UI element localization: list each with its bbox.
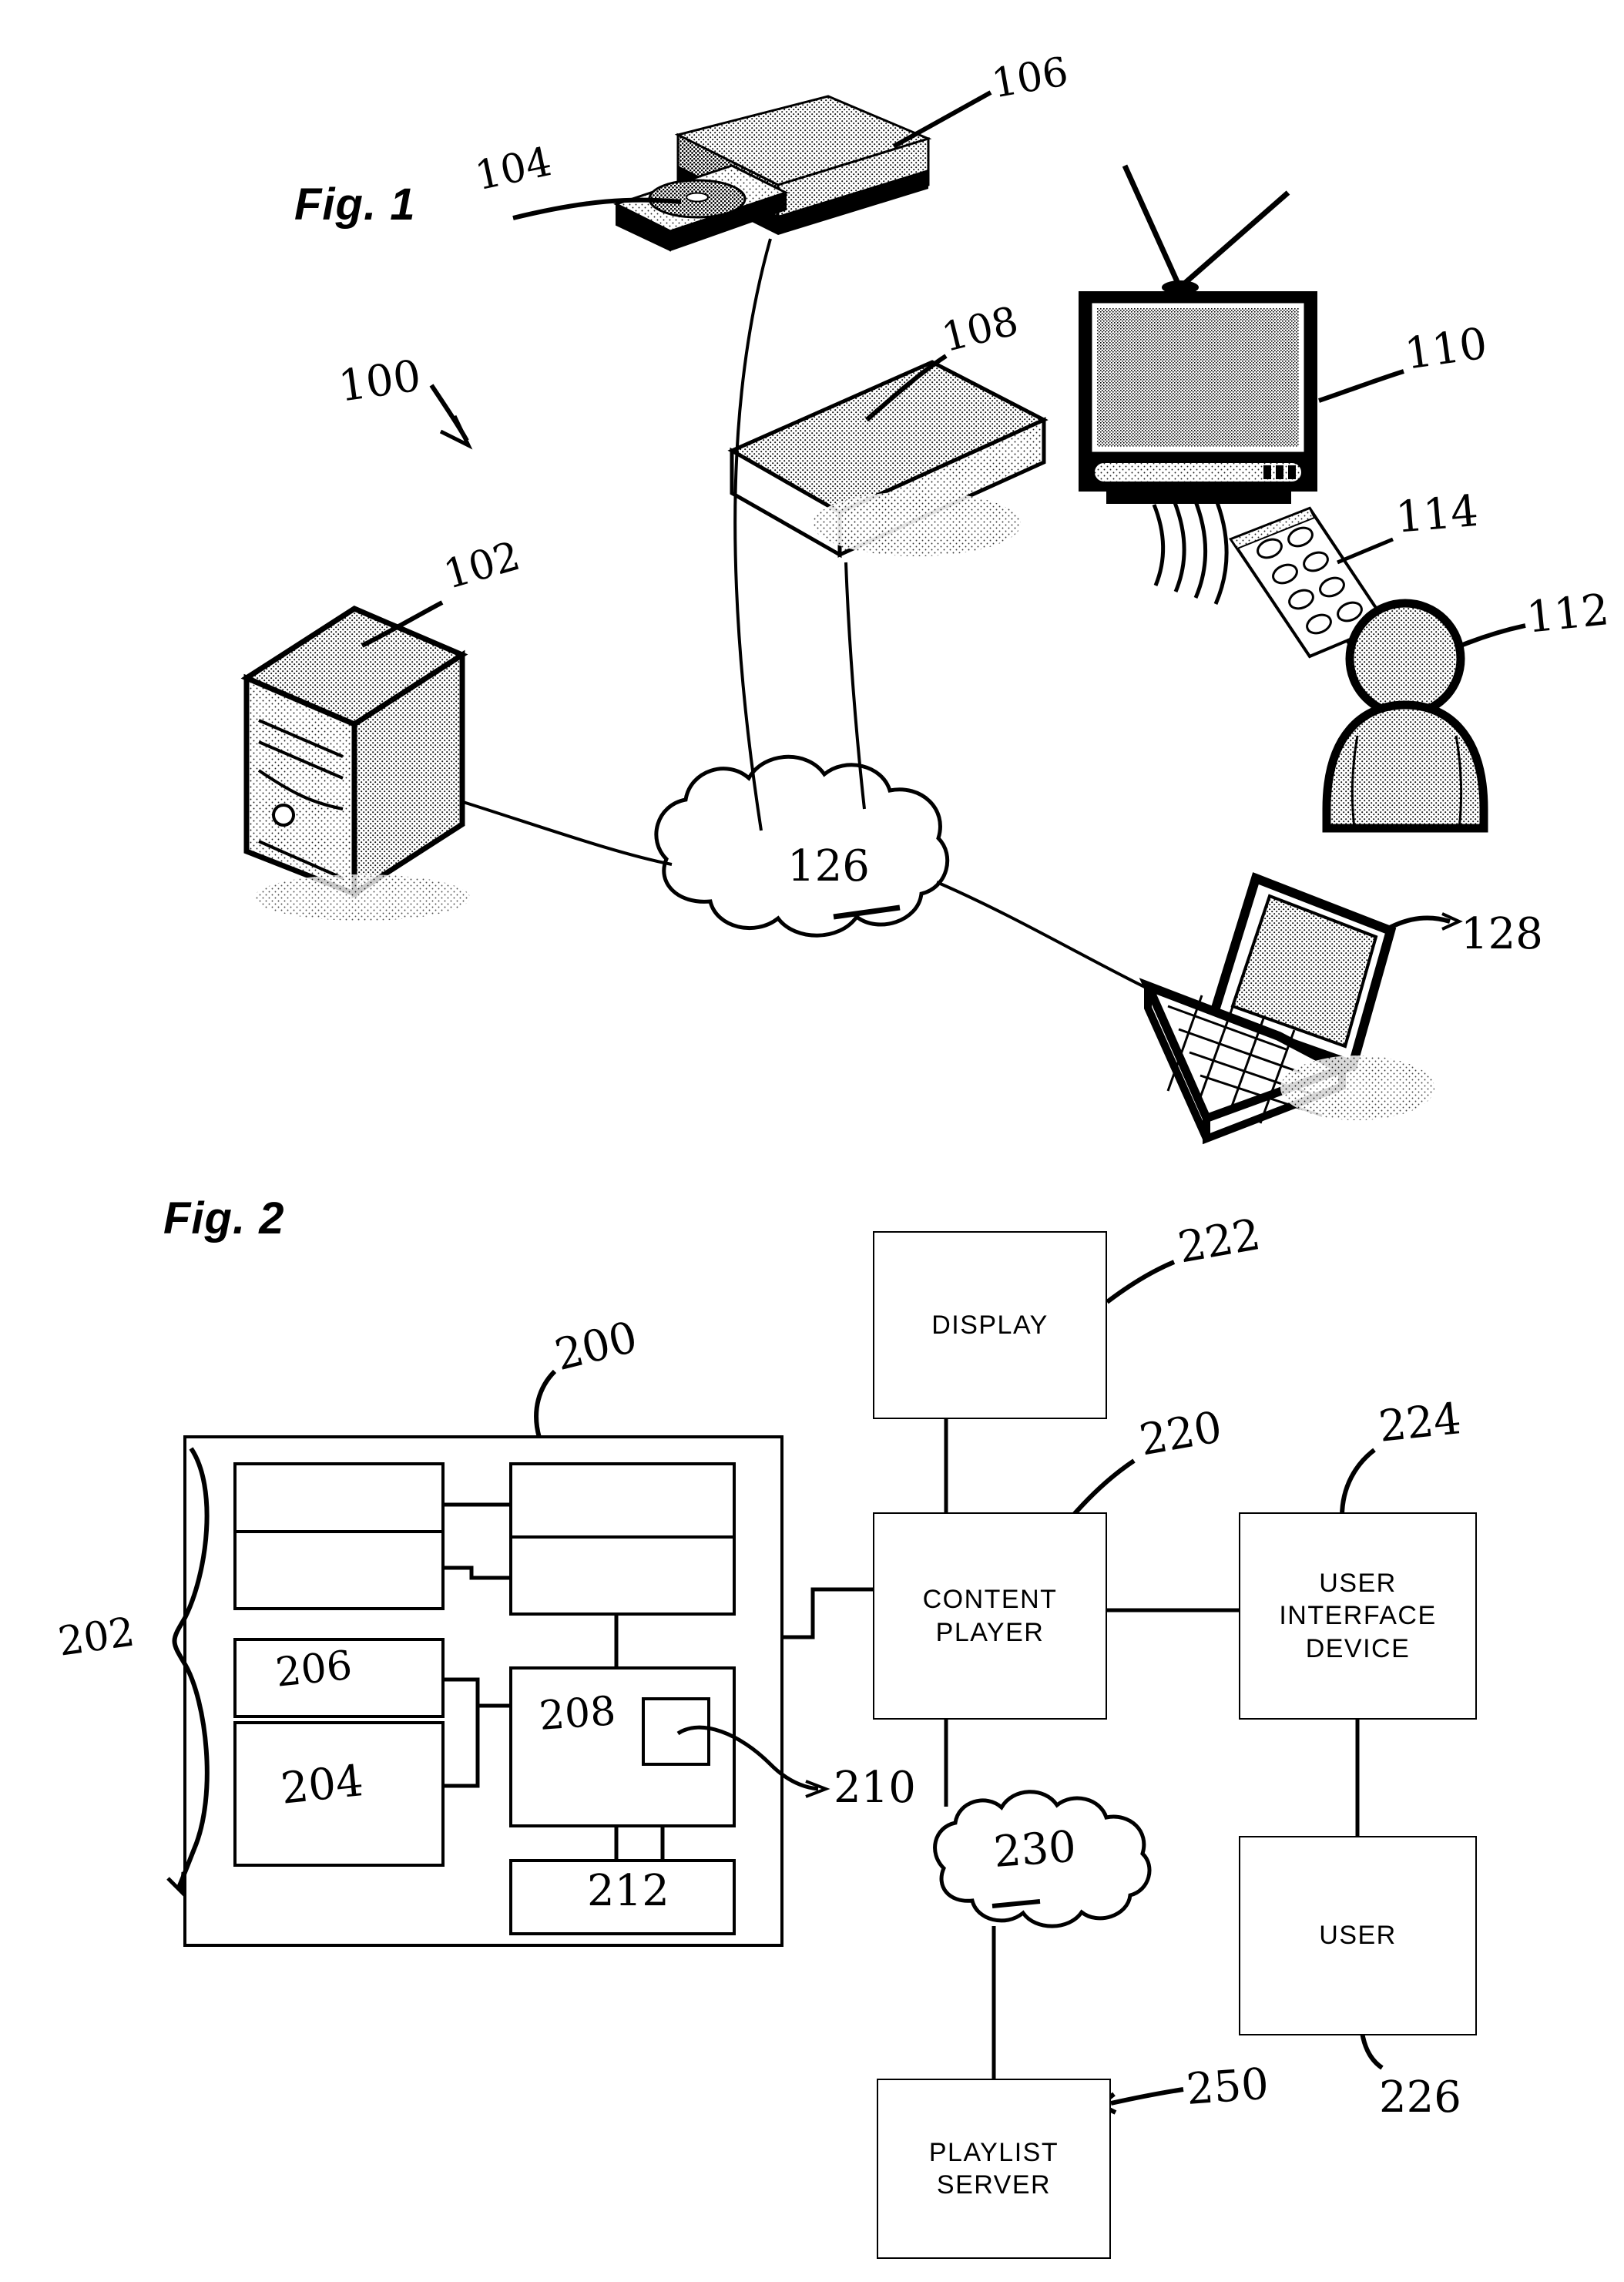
content-player-block-label: CONTENT PLAYER [874,1514,1106,1718]
user-person-icon [1322,599,1488,833]
interface-label-text: INTERFACE [1279,1601,1437,1631]
fig2-block-ur [509,1462,736,1546]
fig2-block-210 [642,1697,710,1766]
patent-drawing-sheet: Fig. 1 104 106 108 110 112 114 100 102 1… [0,0,1624,2282]
reference-numeral-226: 226 [1379,2072,1461,2123]
figure-2-title: Fig. 2 [163,1193,285,1243]
fig2-brace-202 [172,1447,210,1889]
server-tower-icon [240,606,470,921]
reference-numeral-128: 128 [1461,909,1543,959]
reference-numeral-126: 126 [787,841,870,891]
reference-numeral-204: 204 [278,1756,366,1814]
reference-numeral-100: 100 [335,351,424,412]
reference-numeral-250: 250 [1184,2059,1270,2115]
reference-numeral-220: 220 [1136,1401,1226,1466]
reference-numeral-210: 210 [834,1763,916,1813]
fig2-block-ml [233,1530,445,1610]
reference-numeral-202: 202 [55,1609,138,1666]
set-top-box-icon [727,360,1049,916]
fig2-outer-enclosure [183,1435,783,1947]
reference-numeral-110: 110 [1401,318,1491,380]
reference-numeral-102: 102 [438,532,525,599]
reference-numeral-222: 222 [1174,1209,1264,1274]
content-label-text: CONTENT [922,1585,1058,1614]
fig2-block-mr [509,1535,736,1616]
television-icon [1079,164,1317,504]
server-label-text: SERVER [936,2170,1052,2200]
device-label-text: DEVICE [1305,1633,1411,1663]
reference-numeral-106: 106 [988,49,1072,108]
reference-numeral-208: 208 [537,1688,618,1740]
disc-player-icon [613,95,932,252]
reference-numeral-206: 206 [273,1642,354,1696]
user-block-label: USER [1240,1837,1475,2034]
reference-numeral-108: 108 [937,297,1023,362]
user2-label-text: USER [1319,1921,1397,1951]
reference-numeral-104: 104 [471,139,556,200]
display-block-label: DISPLAY [874,1233,1106,1418]
user-label-text: USER [1319,1568,1397,1598]
reference-numeral-114: 114 [1394,485,1481,543]
playlist-server-block-label: PLAYLIST SERVER [878,2080,1109,2257]
laptop-computer-icon [1139,872,1434,1145]
fig2-inner-connectors [443,1502,878,1861]
ir-signal-waves [1152,494,1229,605]
reference-numeral-224: 224 [1376,1394,1464,1452]
fig2-block-208 [509,1666,736,1827]
fig2-block-ul [233,1462,445,1546]
reference-numeral-200: 200 [550,1312,643,1381]
display-label-text: DISPLAY [931,1310,1049,1340]
playlist-label-text: PLAYLIST [928,2137,1059,2167]
reference-numeral-230: 230 [992,1821,1078,1878]
fig1-leader-lines [361,90,1526,931]
reference-numeral-212: 212 [587,1866,669,1916]
figure-1-title: Fig. 1 [294,180,416,230]
user-interface-device-block-label: USER INTERFACE DEVICE [1240,1514,1475,1718]
remote-control-icon [1228,506,1395,710]
player-label-text: PLAYER [935,1617,1045,1647]
reference-numeral-112: 112 [1524,585,1612,643]
